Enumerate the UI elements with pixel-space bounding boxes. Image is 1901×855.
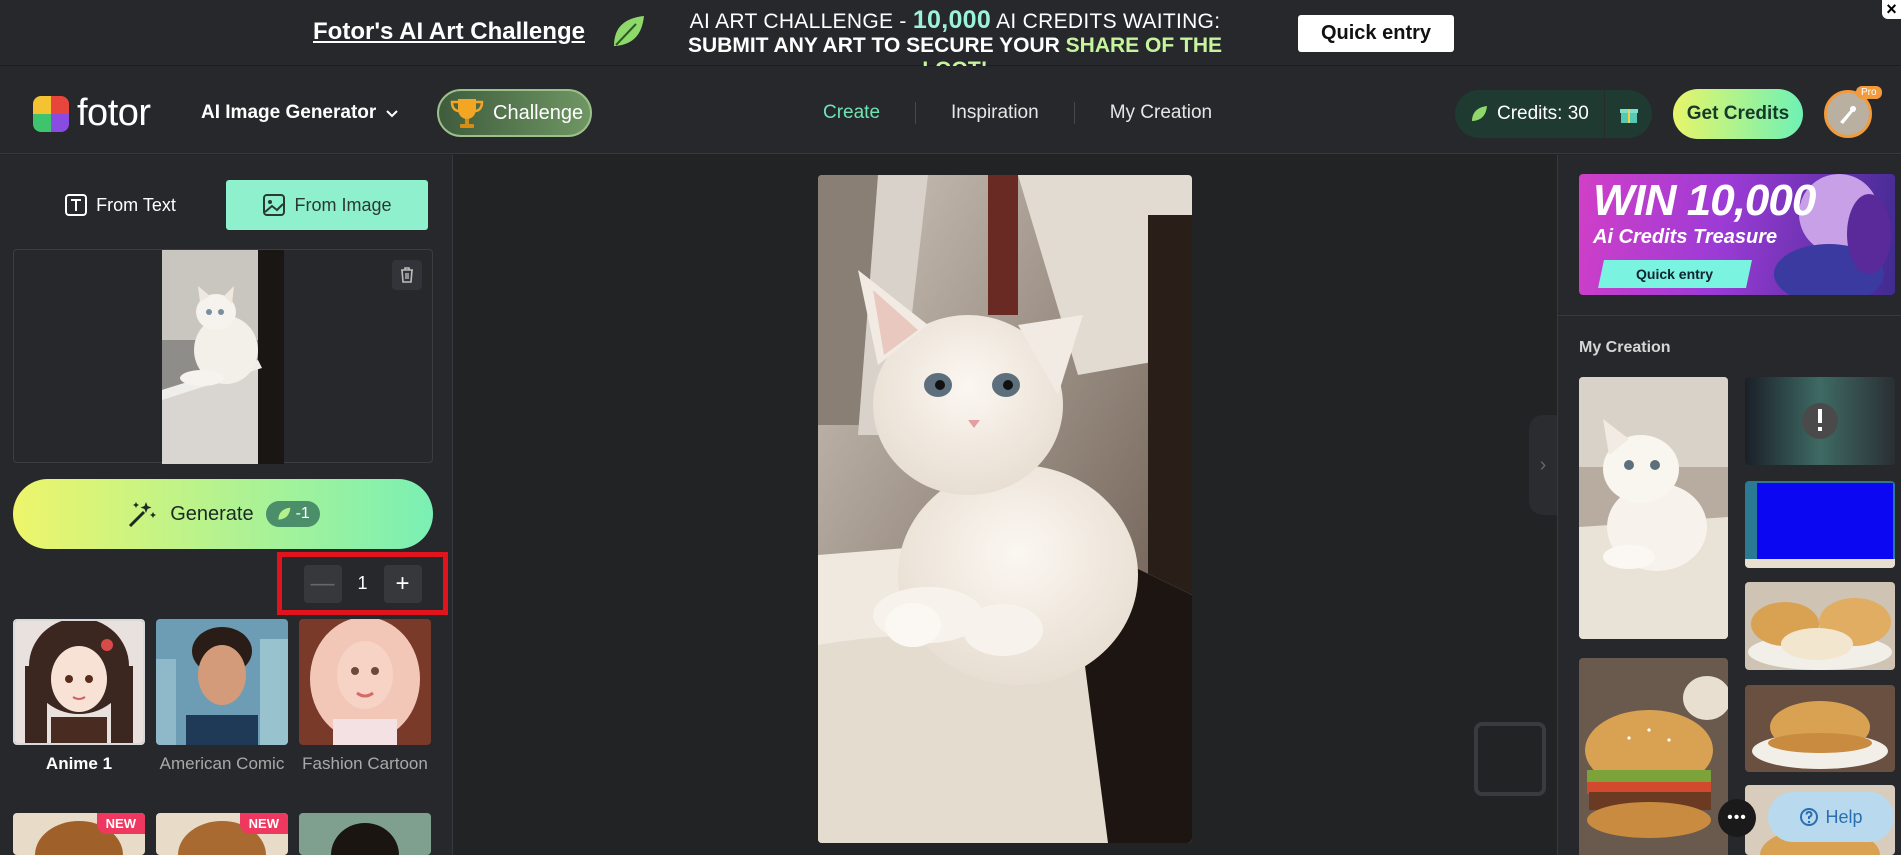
gift-icon[interactable]	[1604, 90, 1652, 138]
style-thumbnail	[156, 619, 288, 745]
style-card-portrait[interactable]	[299, 813, 431, 855]
nav-my-creation[interactable]: My Creation	[1073, 102, 1247, 124]
left-panel: From Text From Image Generate -1 — 1 + A…	[0, 155, 453, 855]
credits-display[interactable]: Credits: 30	[1455, 90, 1652, 138]
image-icon	[263, 194, 286, 216]
trash-icon[interactable]	[392, 260, 422, 290]
creation-thumb-cat[interactable]	[1579, 377, 1728, 639]
decrement-button[interactable]: —	[303, 564, 342, 603]
creation-thumb-bun-plate[interactable]	[1745, 685, 1895, 772]
my-creation-title: My Creation	[1579, 339, 1671, 356]
fotor-logo-icon	[33, 95, 69, 132]
creation-thumb-blue[interactable]	[1745, 481, 1895, 568]
chevron-down-icon	[386, 110, 398, 118]
style-card-american-comic[interactable]: American Comic	[156, 619, 288, 775]
leaf-icon	[614, 16, 644, 46]
new-badge: NEW	[96, 813, 145, 834]
app-header: fotor AI Image Generator Challenge Creat…	[0, 66, 1901, 154]
ad-title: WIN 10,000	[1593, 176, 1816, 225]
style-card-new-1[interactable]: NEW	[13, 813, 145, 855]
quantity-stepper: — 1 +	[277, 552, 448, 615]
generated-cat-image[interactable]	[818, 175, 1192, 843]
close-icon[interactable]: ×	[1882, 0, 1901, 19]
quantity-value: 1	[357, 573, 368, 593]
leaf-icon	[1472, 106, 1487, 121]
tool-select-dropdown[interactable]: AI Image Generator	[201, 102, 400, 124]
increment-button[interactable]: +	[383, 564, 422, 603]
style-thumbnail: NEW	[156, 813, 288, 855]
creation-thumb-buns[interactable]	[1745, 582, 1895, 670]
style-thumbnail	[299, 619, 431, 745]
main-nav: Create Inspiration My Creation	[823, 102, 1247, 124]
nav-inspiration[interactable]: Inspiration	[915, 102, 1074, 124]
right-panel: WIN 10,000 Ai Credits Treasure Quick ent…	[1557, 155, 1901, 855]
nav-create[interactable]: Create	[823, 102, 915, 124]
fotor-logo[interactable]: fotor	[33, 92, 151, 135]
pro-badge: Pro	[1856, 86, 1882, 99]
ad-quick-entry-button[interactable]: Quick entry	[1598, 260, 1752, 288]
challenge-button[interactable]: Challenge	[437, 89, 592, 137]
tab-from-image[interactable]: From Image	[226, 180, 428, 230]
promo-title-link[interactable]: Fotor's AI Art Challenge	[313, 18, 585, 46]
promo-banner: Fotor's AI Art Challenge AI ART CHALLENG…	[0, 0, 1901, 81]
generate-button[interactable]: Generate -1	[13, 479, 433, 549]
more-options-icon[interactable]: •••	[1718, 799, 1756, 837]
collapse-panel-button[interactable]: ›	[1529, 415, 1557, 515]
style-card-fashion-cartoon[interactable]: Fashion Cartoon	[299, 619, 431, 775]
creation-thumb-error[interactable]	[1745, 377, 1895, 465]
uploaded-cat-image	[162, 250, 284, 464]
question-icon	[1800, 808, 1819, 826]
quick-entry-button[interactable]: Quick entry	[1298, 15, 1454, 52]
canvas-area	[454, 155, 1557, 855]
style-thumbnail: NEW	[13, 813, 145, 855]
style-thumbnail	[299, 813, 431, 855]
creation-thumb-burger[interactable]	[1579, 658, 1728, 855]
leaf-icon	[277, 507, 290, 520]
new-badge: NEW	[239, 813, 288, 834]
style-card-new-2[interactable]: NEW	[156, 813, 288, 855]
uploaded-image-box[interactable]	[13, 249, 433, 464]
generate-cost-badge: -1	[265, 501, 320, 527]
divider	[1558, 315, 1901, 316]
user-avatar-icon	[1840, 106, 1856, 124]
text-icon	[65, 194, 88, 216]
ad-subtitle: Ai Credits Treasure	[1593, 226, 1778, 248]
tab-from-text[interactable]: From Text	[19, 180, 221, 230]
help-button[interactable]: Help	[1768, 792, 1894, 842]
credits-label: Credits: 30	[1497, 103, 1589, 124]
get-credits-button[interactable]: Get Credits	[1673, 89, 1803, 139]
trophy-icon	[450, 99, 484, 128]
promo-ad-card[interactable]: WIN 10,000 Ai Credits Treasure Quick ent…	[1579, 174, 1895, 295]
watermark-icon	[1474, 722, 1546, 796]
magic-wand-icon	[129, 502, 157, 528]
style-card-anime-1[interactable]: Anime 1	[13, 619, 145, 775]
style-thumbnail	[13, 619, 145, 745]
